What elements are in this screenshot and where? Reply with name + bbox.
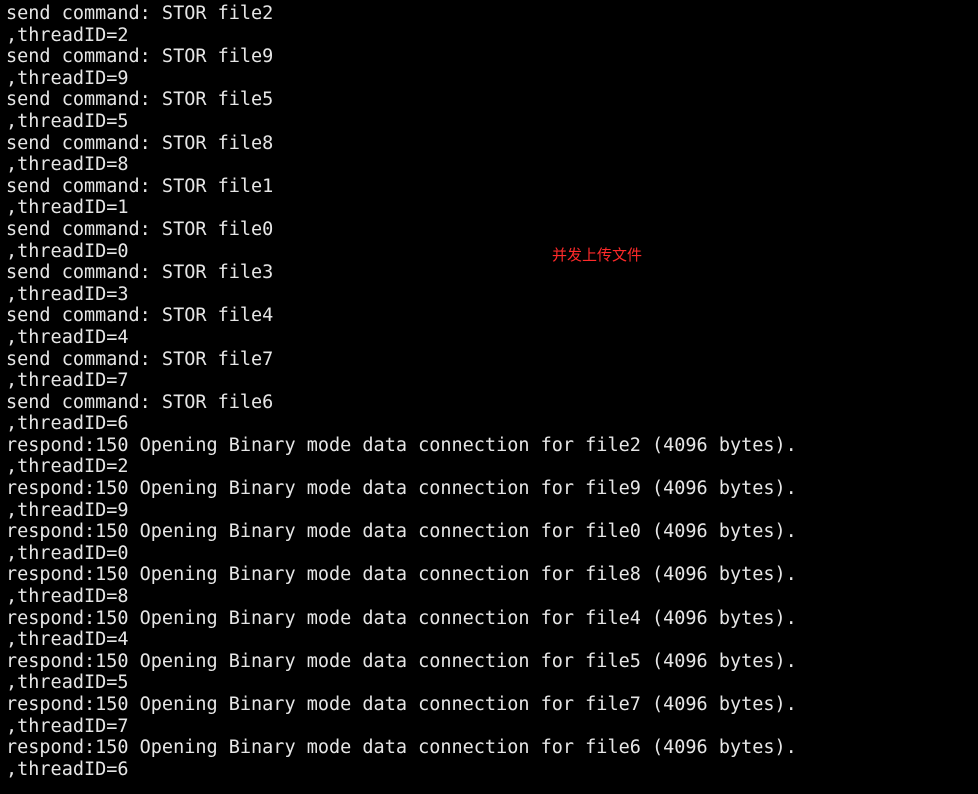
- terminal-line: send command: STOR file7: [6, 348, 274, 370]
- terminal-line: respond:150 Opening Binary mode data con…: [6, 564, 797, 586]
- terminal-line: send command: STOR file0: [6, 218, 274, 240]
- terminal-window[interactable]: send command: STOR file2 ,threadID=2 send …: [0, 0, 978, 794]
- terminal-line: ,threadID=1: [6, 197, 129, 219]
- terminal-line: send command: STOR file4: [6, 305, 274, 327]
- terminal-line: ,threadID=2: [6, 456, 129, 478]
- terminal-line: send command: STOR file2: [6, 3, 274, 24]
- terminal-line: ,threadID=4: [6, 629, 129, 651]
- terminal-line: ,threadID=6: [6, 758, 129, 780]
- terminal-line: respond:150 Opening Binary mode data con…: [6, 434, 797, 456]
- terminal-line: ,threadID=3: [6, 283, 129, 305]
- terminal-line: send command: STOR file1: [6, 175, 274, 197]
- terminal-line: ,threadID=7: [6, 715, 129, 737]
- terminal-output: send command: STOR file2 ,threadID=2 send …: [6, 3, 797, 780]
- terminal-line: send command: STOR file8: [6, 132, 274, 154]
- terminal-line: ,threadID=5: [6, 110, 129, 132]
- terminal-line: respond:150 Opening Binary mode data con…: [6, 694, 797, 715]
- terminal-line: respond:150 Opening Binary mode data con…: [6, 521, 797, 543]
- terminal-line: ,threadID=9: [6, 499, 129, 521]
- terminal-line: send command: STOR file3: [6, 262, 274, 284]
- terminal-line: send command: STOR file5: [6, 89, 274, 111]
- terminal-line: ,threadID=8: [6, 154, 129, 176]
- terminal-line: ,threadID=2: [6, 24, 129, 46]
- terminal-line: ,threadID=8: [6, 586, 129, 608]
- terminal-line: ,threadID=6: [6, 413, 129, 435]
- annotation-label: 并发上传文件: [552, 246, 643, 264]
- terminal-line: ,threadID=0: [6, 240, 129, 262]
- terminal-line: respond:150 Opening Binary mode data con…: [6, 650, 797, 672]
- terminal-line: respond:150 Opening Binary mode data con…: [6, 737, 797, 759]
- terminal-line: ,threadID=4: [6, 326, 129, 348]
- terminal-line: ,threadID=0: [6, 542, 129, 564]
- terminal-line: send command: STOR file9: [6, 46, 274, 68]
- terminal-line: send command: STOR file6: [6, 391, 274, 413]
- terminal-line: ,threadID=5: [6, 672, 129, 694]
- terminal-line: ,threadID=7: [6, 370, 129, 392]
- terminal-line: respond:150 Opening Binary mode data con…: [6, 478, 797, 500]
- terminal-line: ,threadID=9: [6, 67, 129, 89]
- terminal-line: respond:150 Opening Binary mode data con…: [6, 607, 797, 629]
